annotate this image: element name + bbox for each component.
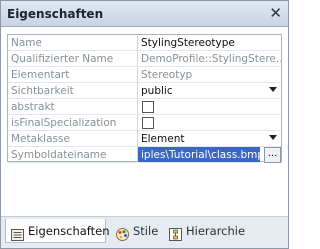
window-titlebar: Eigenschaften ✕	[1, 1, 288, 27]
element-kind-value: Stereotyp	[138, 67, 281, 83]
tab-stile[interactable]: Stile	[111, 219, 163, 243]
property-label-metaclass: Metaklasse	[8, 131, 138, 147]
property-row-name: Name StylingStereotype	[8, 35, 281, 51]
property-row-element-kind: Elementart Stereotyp	[8, 67, 281, 83]
properties-icon	[11, 225, 24, 249]
property-label-final-specialization: isFinalSpecialization	[8, 115, 138, 131]
property-row-metaclass: Metaklasse Element	[8, 131, 281, 147]
hierarchy-icon	[169, 225, 182, 249]
chevron-down-icon[interactable]	[269, 87, 277, 92]
name-field[interactable]: StylingStereotype	[138, 35, 281, 51]
symbol-file-field[interactable]: iples\Tutorial\class.bmp	[138, 147, 260, 163]
tab-hierarchie[interactable]: Hierarchie	[164, 219, 248, 243]
property-label-element-kind: Elementart	[8, 67, 138, 83]
property-row-abstract: abstrakt	[8, 99, 281, 115]
abstract-cell	[138, 99, 281, 115]
final-specialization-checkbox[interactable]	[142, 117, 154, 129]
browse-button[interactable]: ...	[264, 147, 281, 163]
property-label-visibility: Sichtbarkeit	[8, 83, 138, 99]
property-label-name: Name	[8, 35, 138, 51]
tab-hierarchie-label: Hierarchie	[186, 224, 246, 238]
palette-icon	[116, 225, 129, 249]
visibility-value: public	[141, 85, 173, 97]
property-label-qualified-name: Qualifizierter Name	[8, 51, 138, 67]
metaclass-dropdown[interactable]: Element	[138, 131, 281, 147]
metaclass-value: Element	[141, 133, 185, 145]
window-title: Eigenschaften	[7, 7, 104, 21]
tab-bar: Eigenschaften Stile Hierarchie	[1, 216, 288, 248]
property-row-final-specialization: isFinalSpecialization	[8, 115, 281, 131]
tab-stile-label: Stile	[133, 224, 159, 238]
property-row-visibility: Sichtbarkeit public	[8, 83, 281, 99]
property-label-symbol-file: Symboldateiname	[8, 147, 138, 163]
qualified-name-value: DemoProfile::StylingStere...	[138, 51, 281, 67]
tab-eigenschaften[interactable]: Eigenschaften	[5, 219, 110, 243]
property-row-symbol-file: Symboldateiname iples\Tutorial\class.bmp…	[8, 147, 281, 163]
abstract-checkbox[interactable]	[142, 101, 154, 113]
tab-eigenschaften-label: Eigenschaften	[28, 224, 110, 238]
property-label-abstract: abstrakt	[8, 99, 138, 115]
close-icon[interactable]: ✕	[269, 4, 282, 22]
property-row-qualified-name: Qualifizierter Name DemoProfile::Styling…	[8, 51, 281, 67]
final-specialization-cell	[138, 115, 281, 131]
property-grid: Name StylingStereotype Qualifizierter Na…	[7, 34, 282, 163]
visibility-dropdown[interactable]: public	[138, 83, 281, 99]
chevron-down-icon[interactable]	[269, 135, 277, 140]
properties-window: Eigenschaften ✕ Name StylingStereotype Q…	[0, 0, 289, 249]
